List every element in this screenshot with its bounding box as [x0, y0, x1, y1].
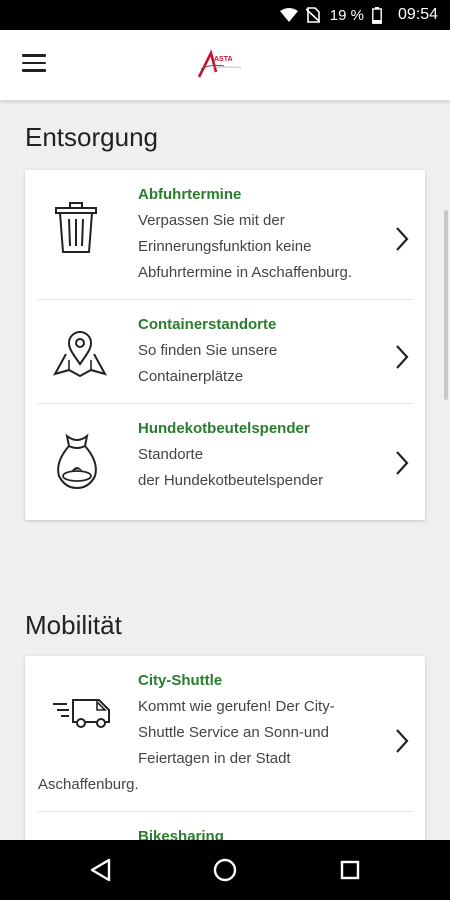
battery-icon — [372, 6, 382, 24]
map-pin-icon — [52, 331, 108, 378]
list-item-containerstandorte[interactable]: Containerstandorte So finden Sie unsere … — [25, 300, 425, 404]
status-bar: 19 % 09:54 — [0, 0, 450, 30]
chevron-right-icon — [396, 729, 409, 753]
dog-bag-icon — [57, 433, 97, 490]
scrollbar[interactable] — [444, 210, 448, 400]
back-triangle-icon[interactable] — [89, 858, 111, 882]
system-navigation-bar — [0, 840, 450, 900]
no-sim-icon — [305, 7, 320, 23]
recent-apps-square-icon[interactable] — [340, 860, 360, 880]
card-mobilitaet: City-Shuttle Kommt wie gerufen! Der City… — [25, 656, 425, 840]
hamburger-menu-icon[interactable] — [22, 54, 48, 76]
logo-subtext: Stadt Aschaffenburg — [214, 65, 241, 69]
logo-text: ASTA — [214, 56, 233, 63]
item-title: Containerstandorte — [138, 316, 277, 333]
item-description: So finden Sie unsere Containerplätze — [138, 342, 278, 385]
chevron-right-icon — [396, 451, 409, 475]
item-title: Bikesharing — [138, 828, 224, 840]
clock: 09:54 — [397, 6, 438, 23]
item-title: City-Shuttle — [138, 672, 223, 689]
app-logo: ASTA Stadt Aschaffenburg — [196, 49, 254, 80]
card-entsorgung: Abfuhrtermine Verpassen Sie mit der Erin… — [25, 170, 425, 520]
section-title-mobilitaet: Mobilität — [25, 610, 122, 640]
item-description: Standorte der Hundekotbeutelspender — [138, 446, 324, 489]
list-item-bikesharing[interactable]: Bikesharing — [25, 812, 425, 840]
list-item-abfuhrtermine[interactable]: Abfuhrtermine Verpassen Sie mit der Erin… — [25, 170, 425, 300]
item-title: Abfuhrtermine — [138, 186, 242, 203]
main-content[interactable]: Entsorgung Abfuhrtermine Verpassen Sie m… — [0, 100, 450, 840]
item-title: Hundekotbeutelspender — [138, 420, 310, 437]
item-description-wrap: Aschaffenburg. — [38, 776, 139, 793]
app-bar: ASTA Stadt Aschaffenburg — [0, 30, 450, 100]
list-item-city-shuttle[interactable]: City-Shuttle Kommt wie gerufen! Der City… — [25, 656, 425, 812]
chevron-right-icon — [396, 227, 409, 251]
battery-percent: 19 % — [329, 6, 364, 24]
list-item-hundekotbeutelspender[interactable]: Hundekotbeutelspender Standorte der Hund… — [25, 404, 425, 520]
shuttle-van-icon — [53, 699, 110, 728]
section-title-entsorgung: Entsorgung — [25, 122, 158, 152]
item-description: Verpassen Sie mit der Erinnerungsfunktio… — [138, 212, 353, 281]
chevron-right-icon — [396, 345, 409, 369]
item-description: Kommt wie gerufen! Der City- Shuttle Ser… — [138, 698, 335, 767]
home-circle-icon[interactable] — [213, 858, 237, 882]
wifi-icon — [279, 8, 298, 22]
trash-can-icon — [55, 202, 97, 253]
